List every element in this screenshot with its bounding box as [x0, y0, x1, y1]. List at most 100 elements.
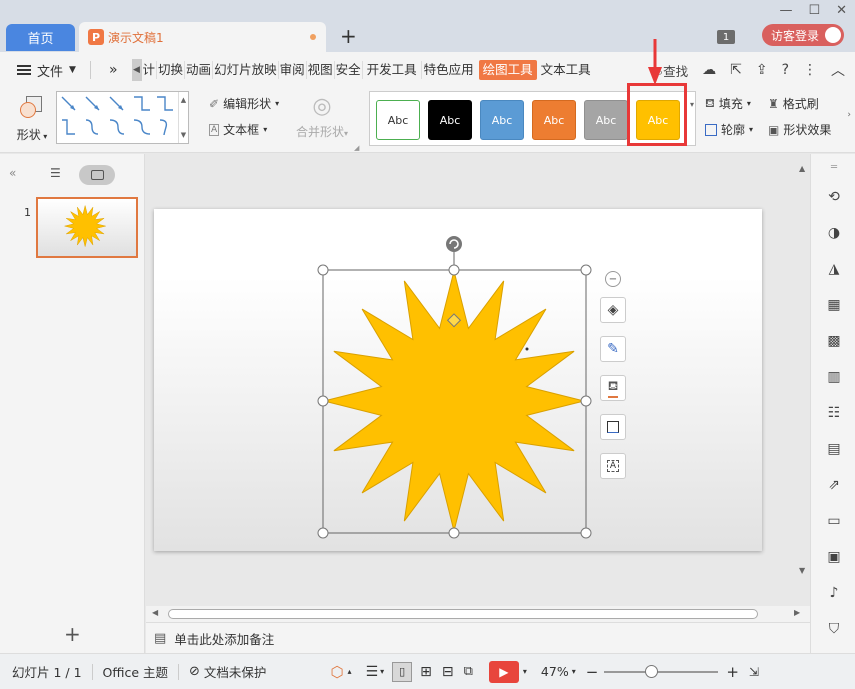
tab-design[interactable]: 计 — [142, 61, 158, 79]
sliders-icon[interactable]: ☷ — [825, 404, 843, 422]
style-gallery-scroll[interactable]: ▾ — [690, 100, 694, 109]
picture-icon[interactable]: ▣ — [825, 548, 843, 566]
notification-badge[interactable]: 1 — [717, 30, 735, 44]
drag-handle-icon[interactable]: ═ — [825, 158, 843, 176]
scroll-up-icon[interactable]: ▲ — [799, 164, 805, 173]
grid-icon[interactable]: ▩ — [825, 332, 843, 350]
style-swatch-4[interactable]: Abc — [532, 100, 576, 140]
text-tool-button[interactable]: A — [600, 453, 626, 479]
merge-shape-button[interactable]: ◎ 合并形状▾ — [296, 94, 348, 140]
more-menus-button[interactable]: » — [109, 62, 118, 78]
close-button[interactable]: ✕ — [836, 3, 847, 18]
rotate-object-icon[interactable]: ⟲ — [825, 188, 843, 206]
line-shapes-gallery[interactable]: ▲ ▼ — [56, 91, 189, 144]
tab-animation[interactable]: 动画 — [185, 61, 214, 79]
tab-text-tools[interactable]: 文本工具 — [540, 61, 592, 79]
layers-button[interactable]: ◈ — [600, 297, 626, 323]
outline-view-icon[interactable]: ☰ — [50, 166, 61, 180]
collapse-ribbon-icon[interactable]: ︿ — [831, 60, 845, 80]
shape-button[interactable]: 形状 ▾ — [14, 94, 50, 144]
login-button[interactable]: 访客登录 — [762, 24, 844, 46]
outline-button[interactable]: 轮廓 ▾ — [705, 121, 753, 138]
shape-effect-button[interactable]: ▣ 形状效果 — [768, 121, 831, 138]
style-swatch-5[interactable]: Abc — [584, 100, 628, 140]
protection-status[interactable]: ⊘ 文档未保护 — [189, 662, 266, 681]
file-menu[interactable]: 文件 ▼ — [17, 61, 76, 80]
chevron-down-icon[interactable]: ▾ — [380, 667, 384, 676]
play-options-icon[interactable]: ▾ — [523, 667, 527, 676]
slide-thumbnail[interactable] — [36, 197, 138, 258]
zoom-slider-thumb[interactable] — [645, 664, 659, 678]
cloud-icon[interactable]: ☁ — [702, 62, 716, 78]
audio-icon[interactable]: ♪ — [825, 584, 843, 602]
align-menu-icon[interactable]: ☰ — [366, 664, 379, 680]
dialog-launcher-icon[interactable]: ◢ — [354, 144, 359, 152]
gallery-scroll[interactable]: ▲ ▼ — [178, 92, 188, 143]
collapse-panel-icon[interactable]: « — [9, 166, 16, 180]
star-shape[interactable] — [323, 270, 585, 532]
zoom-menu-icon[interactable]: ▾ — [572, 667, 576, 676]
tab-transition[interactable]: 切换 — [157, 61, 186, 79]
text-box-button[interactable]: A 文本框 ▾ — [209, 121, 267, 138]
share-out-icon[interactable]: ⇗ — [825, 476, 843, 494]
reading-view-button[interactable]: ⊟ — [442, 664, 454, 680]
tab-drawing-tools[interactable]: 绘图工具 — [478, 60, 537, 80]
tab-developer[interactable]: 开发工具 — [363, 61, 422, 79]
minimize-button[interactable]: — — [779, 3, 792, 18]
fill-properties-icon[interactable]: ◮ — [825, 260, 843, 278]
tab-view[interactable]: 视图 — [307, 61, 335, 79]
add-slide-button[interactable]: + — [64, 622, 81, 646]
sorter-view-button[interactable]: ⊞ — [420, 664, 432, 680]
fill-button[interactable]: ⛾ 填充 ▾ — [705, 95, 751, 112]
horizontal-scrollbar[interactable]: ◀ ▶ — [146, 606, 810, 622]
zoom-level[interactable]: 47% — [541, 664, 569, 679]
fit-window-button[interactable]: ⇲ — [749, 665, 759, 679]
rotate-handle-icon[interactable] — [446, 236, 462, 252]
play-button[interactable]: ▶ — [488, 660, 519, 683]
smart-beautify-icon[interactable]: ⬡ — [330, 663, 343, 681]
archive-icon[interactable]: ▭ — [825, 512, 843, 530]
scroll-down-icon[interactable]: ▼ — [799, 566, 805, 575]
edit-shape-button[interactable]: ✐ 编辑形状 ▾ — [209, 95, 279, 112]
tab-review[interactable]: 审阅 — [279, 61, 307, 79]
ribbon-scroll-right[interactable]: › — [847, 110, 851, 120]
home-tab[interactable]: 首页 — [6, 24, 75, 51]
format-brush-button[interactable]: ♜ 格式刷 — [768, 95, 819, 112]
shape-properties-icon[interactable]: ◑ — [825, 224, 843, 242]
zoom-slider[interactable] — [604, 664, 719, 678]
image-icon[interactable]: ▤ — [825, 440, 843, 458]
new-tab-button[interactable]: + — [340, 24, 357, 48]
scrollbar-thumb[interactable] — [168, 609, 758, 619]
chart-icon[interactable]: ▥ — [825, 368, 843, 386]
scroll-right-arrow-icon[interactable]: ▶ — [794, 608, 800, 617]
zoom-out-button[interactable]: − — [586, 663, 599, 681]
scroll-left-icon[interactable]: ◀ — [131, 59, 142, 81]
scroll-left-arrow-icon[interactable]: ◀ — [152, 608, 158, 617]
tab-special[interactable]: 特色应用 — [422, 61, 476, 79]
style-swatch-3[interactable]: Abc — [480, 100, 524, 140]
maximize-button[interactable]: ☐ — [808, 3, 820, 18]
export-icon[interactable]: ⇪ — [756, 62, 768, 78]
slide-view-toggle[interactable] — [79, 165, 115, 185]
style-swatch-2[interactable]: Abc — [428, 100, 472, 140]
style-swatch-1[interactable]: Abc — [376, 100, 420, 140]
zoom-in-button[interactable]: + — [726, 663, 739, 681]
slide[interactable]: − ◈ ✎ ⛾ A — [154, 209, 762, 551]
tab-slideshow[interactable]: 幻灯片放映 — [213, 61, 279, 79]
notes-view-button[interactable]: ⧉ — [464, 664, 473, 679]
rail-scrollbar[interactable]: ▲ ▼ — [797, 154, 809, 634]
style-brush-button[interactable]: ✎ — [600, 336, 626, 362]
fill-tool-button[interactable]: ⛾ — [600, 375, 626, 401]
more-options-icon[interactable]: ⋮ — [803, 62, 817, 78]
normal-view-button[interactable]: ▯ — [392, 661, 413, 682]
collapse-tools-icon[interactable]: − — [605, 271, 621, 287]
table-icon[interactable]: ▦ — [825, 296, 843, 314]
notes-bar[interactable]: ▤ 单击此处添加备注 — [146, 622, 810, 653]
share-icon[interactable]: ⇱ — [730, 62, 742, 78]
tab-security[interactable]: 安全 — [335, 61, 363, 79]
theme-name[interactable]: Office 主题 — [103, 662, 168, 681]
outline-tool-button[interactable] — [600, 414, 626, 440]
help-icon[interactable]: ? — [782, 62, 789, 78]
shield-icon[interactable]: ⛉ — [825, 620, 843, 638]
document-tab[interactable]: P 演示文稿1 — [79, 22, 326, 52]
